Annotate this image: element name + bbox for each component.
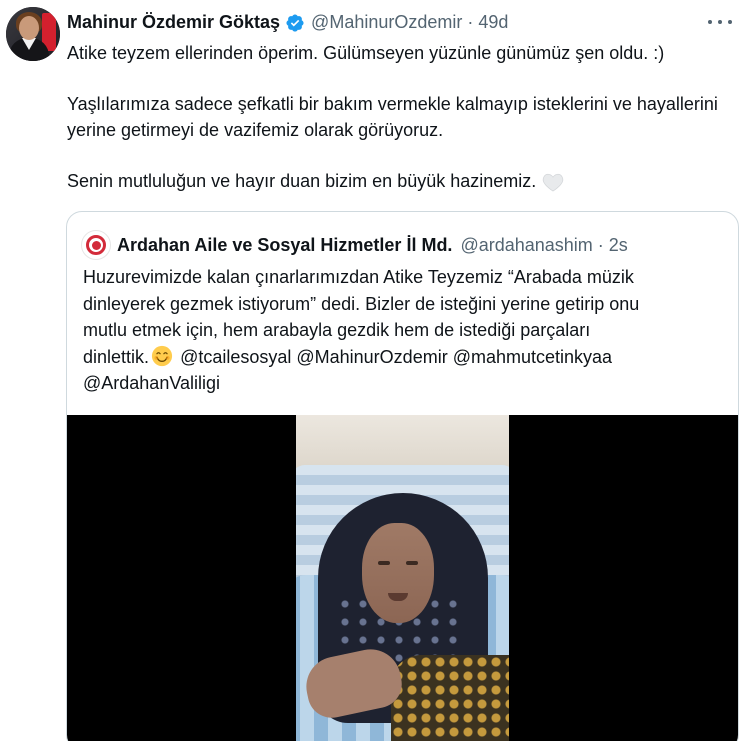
- quoted-author-handle[interactable]: @ardahanashim: [460, 235, 592, 256]
- more-options-icon[interactable]: [708, 12, 732, 32]
- smiling-face-icon: [151, 345, 173, 366]
- mentions[interactable]: @tcailesosyal @MahinurOzdemir @mahmutcet…: [180, 347, 612, 367]
- quoted-text-line: mutlu etmek için, hem arabayla gezdik he…: [83, 320, 591, 340]
- organization-logo: [81, 230, 111, 260]
- author-handle[interactable]: @MahinurOzdemir: [311, 12, 462, 33]
- quoted-text-segment: dinlettik.: [83, 346, 150, 367]
- quoted-text-line: dinlettik. @tcailesosyal @MahinurOzdemir…: [83, 344, 728, 371]
- verified-badge-icon: [286, 13, 304, 32]
- quoted-tweet-time[interactable]: 2s: [609, 235, 628, 256]
- tweet-header: Mahinur Özdemir Göktaş @MahinurOzdemir ·…: [67, 12, 508, 33]
- quoted-text-line: dinleyerek gezmek istiyorum” dedi. Bizle…: [83, 293, 640, 314]
- tweet-paragraph-3-text: Senin mutluluğun ve hayır duan bizim en …: [67, 171, 537, 191]
- tweet-time[interactable]: 49d: [478, 12, 508, 33]
- separator-dot: ·: [597, 234, 604, 255]
- video-frame: [296, 415, 509, 741]
- tweet-body: Atike teyzem ellerinden öperim. Gülümsey…: [67, 40, 737, 194]
- quoted-author-name[interactable]: Ardahan Aile ve Sosyal Hizmetler İl Md.: [117, 235, 452, 256]
- tweet-paragraph-3: Senin mutluluğun ve hayır duan bizim en …: [67, 168, 737, 194]
- quoted-tweet-body: Huzurevimizde kalan çınarlarımızdan Atik…: [83, 264, 728, 397]
- tweet-paragraph-2: Yaşlılarımıza sadece şefkatli bir bakım …: [67, 94, 718, 140]
- tweet-paragraph-1: Atike teyzem ellerinden öperim. Gülümsey…: [67, 43, 665, 63]
- video-player[interactable]: [67, 415, 738, 741]
- author-avatar[interactable]: [6, 7, 60, 61]
- quoted-text-line: Huzurevimizde kalan çınarlarımızdan Atik…: [83, 267, 634, 287]
- white-heart-icon: [543, 174, 564, 192]
- quoted-tweet-header: Ardahan Aile ve Sosyal Hizmetler İl Md. …: [81, 230, 628, 260]
- separator-dot: ·: [467, 12, 474, 32]
- author-name[interactable]: Mahinur Özdemir Göktaş: [67, 12, 280, 33]
- mention-link[interactable]: @ArdahanValiligi: [83, 370, 728, 397]
- quoted-tweet[interactable]: Ardahan Aile ve Sosyal Hizmetler İl Md. …: [66, 211, 739, 741]
